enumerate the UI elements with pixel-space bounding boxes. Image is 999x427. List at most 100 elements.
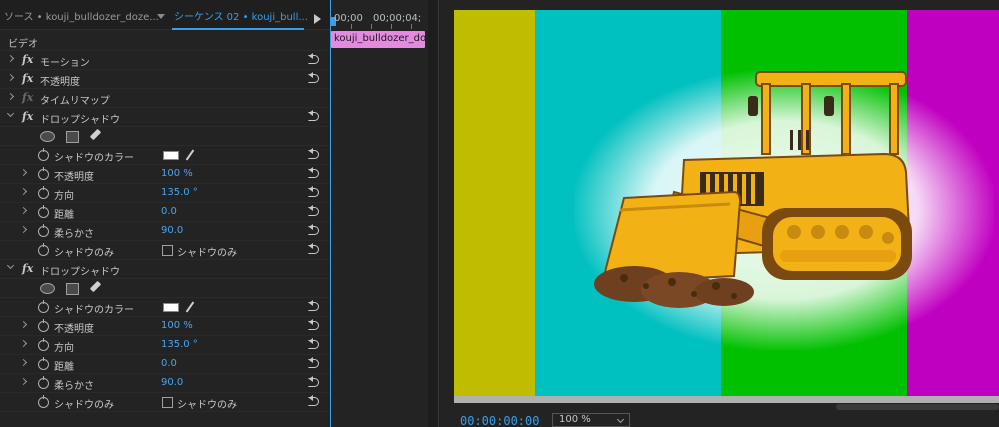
fx-icon[interactable]: fx <box>22 262 33 275</box>
fx-icon[interactable]: fx <box>22 72 33 85</box>
softness-value[interactable]: 90.0 <box>161 225 183 236</box>
stopwatch-icon[interactable] <box>38 338 49 351</box>
rectangle-mask-icon[interactable] <box>66 283 79 295</box>
stopwatch-icon[interactable] <box>38 148 49 161</box>
shadow-only-checkbox[interactable] <box>162 245 173 256</box>
pen-mask-icon[interactable] <box>88 281 102 295</box>
stopwatch-icon[interactable] <box>38 319 49 332</box>
bulldozer-image <box>594 71 912 308</box>
shadow-only-checkbox[interactable] <box>162 397 173 408</box>
timeline-tick <box>411 24 412 29</box>
opacity-value[interactable]: 100 % <box>161 168 193 179</box>
reset-icon[interactable] <box>308 395 320 407</box>
program-canvas[interactable] <box>454 10 999 396</box>
fx-icon: fx <box>22 91 34 104</box>
effect-motion[interactable]: fx モーション <box>0 51 330 70</box>
panel-divider[interactable] <box>428 0 439 427</box>
shadow-only-label: シャドウのみ <box>54 248 114 259</box>
fx-icon[interactable]: fx <box>22 53 33 66</box>
reset-icon[interactable] <box>308 300 320 312</box>
timeline-clip[interactable]: kouji_bulldozer_doz <box>331 31 425 48</box>
chevron-right-icon[interactable] <box>19 377 28 386</box>
reset-icon[interactable] <box>308 243 320 255</box>
chevron-down-icon[interactable] <box>6 109 15 118</box>
eyedropper-icon[interactable] <box>185 301 195 313</box>
chevron-down-icon[interactable] <box>616 415 625 424</box>
ellipse-mask-icon[interactable] <box>40 131 55 142</box>
stopwatch-icon[interactable] <box>38 357 49 370</box>
reset-icon[interactable] <box>308 72 320 84</box>
ellipse-mask-icon[interactable] <box>40 283 55 294</box>
reset-icon[interactable] <box>308 148 320 160</box>
sequence-tab[interactable]: シーケンス 02 • kouji_bull... <box>174 8 308 23</box>
reset-icon[interactable] <box>308 319 320 331</box>
direction-value[interactable]: 135.0 ° <box>161 339 198 350</box>
zoom-level-select[interactable]: 100 % <box>552 413 630 427</box>
opacity-label: 不透明度 <box>54 172 94 183</box>
param-shadow-only: シャドウのみ シャドウのみ <box>0 393 330 412</box>
pen-mask-icon[interactable] <box>88 129 102 143</box>
stopwatch-icon[interactable] <box>38 243 49 256</box>
effect-drop-shadow-1[interactable]: fx ドロップシャドウ <box>0 108 330 127</box>
chevron-right-icon[interactable] <box>6 54 15 63</box>
chevron-down-icon[interactable] <box>6 261 15 270</box>
distance-label: 距離 <box>54 362 74 373</box>
source-tab[interactable]: ソース • kouji_bulldozer_doze... <box>4 8 159 23</box>
distance-value[interactable]: 0.0 <box>161 206 177 217</box>
effect-opacity[interactable]: fx 不透明度 <box>0 70 330 89</box>
shadow-only-checkbox-label[interactable]: シャドウのみ <box>177 244 237 259</box>
shadow-only-checkbox-label[interactable]: シャドウのみ <box>177 396 237 411</box>
reset-icon[interactable] <box>308 167 320 179</box>
distance-value[interactable]: 0.0 <box>161 358 177 369</box>
stopwatch-icon[interactable] <box>38 395 49 408</box>
chevron-right-icon[interactable] <box>19 339 28 348</box>
zoom-level-value: 100 % <box>559 414 591 425</box>
fx-icon[interactable]: fx <box>22 110 33 123</box>
chevron-right-icon[interactable] <box>19 358 28 367</box>
play-icon[interactable] <box>314 14 321 24</box>
chevron-right-icon[interactable] <box>6 73 15 82</box>
stopwatch-icon[interactable] <box>38 186 49 199</box>
timeline-tick <box>391 24 392 29</box>
timeline-start-time: 00;00 <box>334 13 363 24</box>
chevron-right-icon[interactable] <box>6 92 15 101</box>
rectangle-mask-icon[interactable] <box>66 131 79 143</box>
chevron-right-icon[interactable] <box>19 225 28 234</box>
shadow-color-label: シャドウのカラー <box>54 153 134 164</box>
stopwatch-icon[interactable] <box>38 167 49 180</box>
active-tab-indicator <box>172 28 304 30</box>
reset-icon[interactable] <box>308 110 320 122</box>
param-shadow-color: シャドウのカラー <box>0 146 330 165</box>
chevron-right-icon[interactable] <box>19 187 28 196</box>
stopwatch-icon[interactable] <box>38 224 49 237</box>
opacity-value[interactable]: 100 % <box>161 320 193 331</box>
reset-icon[interactable] <box>308 357 320 369</box>
stopwatch-icon[interactable] <box>38 205 49 218</box>
direction-value[interactable]: 135.0 ° <box>161 187 198 198</box>
monitor-scrollbar[interactable] <box>836 404 999 410</box>
reset-icon[interactable] <box>308 53 320 65</box>
reset-icon[interactable] <box>308 376 320 388</box>
softness-value[interactable]: 90.0 <box>161 377 183 388</box>
param-opacity: 不透明度 100 % <box>0 317 330 336</box>
stopwatch-icon[interactable] <box>38 376 49 389</box>
eyedropper-icon[interactable] <box>185 149 195 161</box>
reset-icon[interactable] <box>308 186 320 198</box>
effect-drop-shadow-2[interactable]: fx ドロップシャドウ <box>0 260 330 279</box>
effect-time-remap-label: タイムリマップ <box>40 96 110 107</box>
effect-drop-shadow-label: ドロップシャドウ <box>40 267 120 278</box>
chevron-right-icon[interactable] <box>19 320 28 329</box>
effect-time-remap[interactable]: fx タイムリマップ <box>0 89 330 108</box>
reset-icon[interactable] <box>308 338 320 350</box>
chevron-right-icon[interactable] <box>19 168 28 177</box>
reset-icon[interactable] <box>308 205 320 217</box>
program-timecode[interactable]: 00:00:00:00 <box>460 414 539 427</box>
shadow-color-swatch[interactable] <box>163 151 179 160</box>
param-softness: 柔らかさ 90.0 <box>0 222 330 241</box>
chevron-right-icon[interactable] <box>19 206 28 215</box>
direction-label: 方向 <box>54 191 74 202</box>
reset-icon[interactable] <box>308 224 320 236</box>
stopwatch-icon[interactable] <box>38 300 49 313</box>
source-dropdown-icon[interactable] <box>157 14 165 19</box>
shadow-color-swatch[interactable] <box>163 303 179 312</box>
